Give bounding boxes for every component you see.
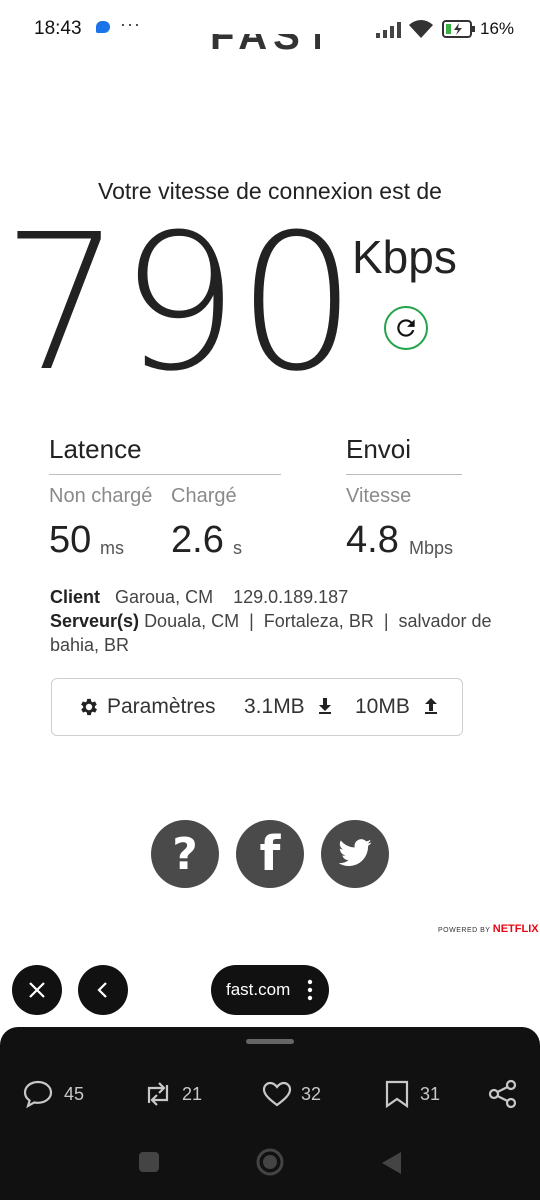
url-text: fast.com xyxy=(226,980,291,999)
home-nav-button[interactable] xyxy=(256,1148,284,1176)
latency-divider xyxy=(49,474,281,475)
recents-nav-button[interactable] xyxy=(138,1151,160,1173)
back-button[interactable] xyxy=(78,965,128,1015)
loaded-latency-unit: s xyxy=(233,538,242,558)
twitter-button[interactable] xyxy=(321,820,389,888)
signal-icon xyxy=(376,22,401,38)
server-info: Serveur(s) Douala, CM | Fortaleza, BR | … xyxy=(50,609,495,657)
facebook-button[interactable]: f xyxy=(236,820,304,888)
client-info: Client Garoua, CM 129.0.189.187 xyxy=(50,585,510,609)
retweet-count: 21 xyxy=(182,1084,203,1104)
download-icon xyxy=(319,698,331,714)
upload-heading: Envoi xyxy=(346,434,412,464)
more-notifications-icon: ··· xyxy=(120,14,141,34)
drag-handle[interactable] xyxy=(246,1039,294,1044)
latency-heading: Latence xyxy=(49,434,142,464)
share-icon xyxy=(488,1079,517,1109)
help-button[interactable]: ? xyxy=(151,820,219,888)
upload-speed-unit: Mbps xyxy=(409,538,454,558)
status-time: 18:43 xyxy=(34,18,82,39)
client-location: Garoua, CM xyxy=(115,587,214,607)
more-vert-icon[interactable] xyxy=(307,979,313,1001)
bookmark-count: 31 xyxy=(420,1084,441,1104)
settings-button[interactable]: Paramètres 3.1MB 10MB xyxy=(51,678,463,736)
fast-logo: FAST xyxy=(210,34,320,56)
tweet-action-sheet: 45 21 32 31 xyxy=(0,1027,540,1200)
bookmark-icon xyxy=(385,1080,409,1109)
close-icon xyxy=(29,982,45,998)
refresh-icon xyxy=(397,319,415,337)
reply-button[interactable]: 45 xyxy=(22,1079,92,1109)
refresh-button[interactable] xyxy=(384,306,428,350)
powered-by-netflix[interactable]: POWERED BY NETFLIX xyxy=(438,923,539,935)
gear-icon xyxy=(81,698,97,716)
facebook-icon: f xyxy=(259,826,281,882)
chevron-left-icon xyxy=(97,982,107,998)
retweet-icon xyxy=(147,1082,169,1106)
back-nav-button[interactable] xyxy=(380,1151,402,1175)
help-icon: ? xyxy=(172,828,198,880)
unloaded-latency-unit: ms xyxy=(100,538,124,558)
client-label: Client xyxy=(50,587,101,607)
share-button[interactable] xyxy=(487,1079,521,1109)
close-browser-button[interactable] xyxy=(12,965,62,1015)
netflix-logo: NETFLIX xyxy=(492,923,539,935)
server-label: Serveur(s) xyxy=(50,611,140,631)
battery-icon xyxy=(442,20,475,38)
upload-size: 10MB xyxy=(355,695,410,718)
speed-unit: Kbps xyxy=(352,231,457,283)
unloaded-latency-value: 50 xyxy=(49,519,92,561)
speed-value: 790 xyxy=(2,194,357,413)
bookmark-button[interactable]: 31 xyxy=(383,1079,453,1109)
download-size: 3.1MB xyxy=(244,695,305,718)
twitter-icon xyxy=(338,839,372,867)
upload-speed-value: 4.8 xyxy=(346,519,399,561)
upload-speed-label: Vitesse xyxy=(346,485,412,507)
upload-divider xyxy=(346,474,462,475)
url-bar[interactable]: fast.com xyxy=(211,965,329,1015)
like-button[interactable]: 32 xyxy=(261,1079,331,1109)
unloaded-label: Non chargé xyxy=(49,485,153,507)
client-ip: 129.0.189.187 xyxy=(233,587,349,607)
heart-icon xyxy=(262,1081,292,1107)
like-count: 32 xyxy=(301,1084,322,1104)
reply-icon xyxy=(23,1080,53,1109)
upload-icon xyxy=(425,698,437,714)
battery-percent: 16% xyxy=(480,19,515,38)
wifi-icon xyxy=(409,20,433,38)
loaded-latency-value: 2.6 xyxy=(171,519,224,561)
reply-count: 45 xyxy=(64,1084,85,1104)
loaded-label: Chargé xyxy=(171,485,237,507)
settings-label: Paramètres xyxy=(107,695,216,718)
message-notification-icon xyxy=(96,21,110,33)
retweet-button[interactable]: 21 xyxy=(142,1079,212,1109)
